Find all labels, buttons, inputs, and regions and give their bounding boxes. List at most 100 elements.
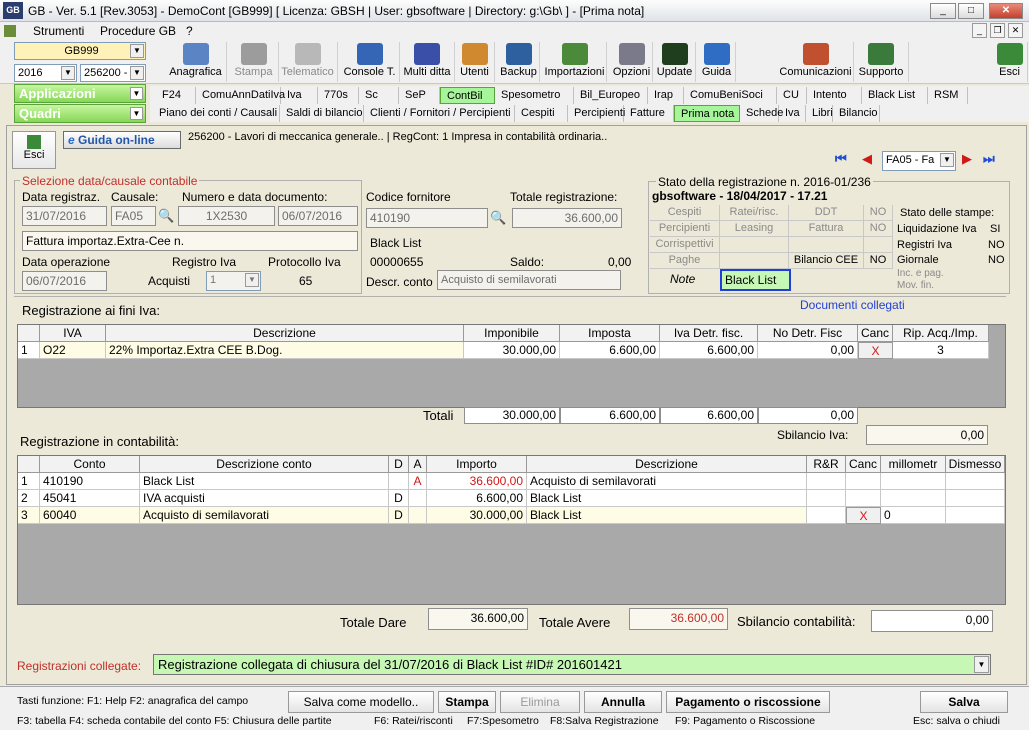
iva-cell-rip[interactable]: 3	[893, 342, 989, 359]
record-select[interactable]: FA05 - Fa ▼	[882, 151, 956, 171]
cont-cell-a[interactable]: A	[409, 473, 427, 490]
first-record-button[interactable]: ⏮	[835, 151, 855, 169]
tab-iva[interactable]: Iva	[281, 87, 318, 104]
tab-sc[interactable]: Sc	[359, 87, 399, 104]
inner-minimize-button[interactable]: _	[972, 23, 987, 38]
data-doc-input[interactable]: 06/07/2016	[278, 206, 358, 226]
tab-cespiti[interactable]: Cespiti	[515, 105, 568, 122]
tab-770s[interactable]: 770s	[318, 87, 359, 104]
cont-cell-a[interactable]	[409, 507, 427, 524]
tab-libri[interactable]: Libri	[806, 105, 833, 122]
tab-schede[interactable]: Schede	[740, 105, 783, 122]
causale-input[interactable]: FA05	[111, 206, 156, 226]
cont-cell-d[interactable]: D	[389, 507, 409, 524]
codice-fornitore-input[interactable]: 410190	[366, 208, 488, 228]
menu-help[interactable]: ?	[186, 24, 193, 38]
canc-button[interactable]	[846, 490, 881, 507]
next-record-button[interactable]: ▶	[962, 151, 978, 169]
toolbar-button-backup[interactable]: Backup	[498, 42, 540, 82]
applicazioni-select[interactable]: Applicazioni ▼	[14, 84, 146, 103]
tab-clienti-fornitori-percipienti[interactable]: Clienti / Fornitori / Percipienti	[364, 105, 515, 122]
guida-online-button[interactable]: e Guida on-line	[63, 131, 181, 149]
search-icon[interactable]: 🔍	[158, 208, 174, 224]
tab-fatture[interactable]: Fatture	[624, 105, 674, 122]
data-reg-input[interactable]: 31/07/2016	[22, 206, 107, 226]
cont-cell-d[interactable]	[389, 473, 409, 490]
tab-piano-dei-conti-causali[interactable]: Piano dei conti / Causali	[153, 105, 280, 122]
cont-cell-mill[interactable]: 0	[881, 507, 946, 524]
tab-prima-nota[interactable]: Prima nota	[674, 105, 740, 122]
toolbar-button-utenti[interactable]: Utenti	[455, 42, 495, 82]
cont-cell-a[interactable]	[409, 490, 427, 507]
cont-cell-descr_conto[interactable]: Black List	[140, 473, 389, 490]
cont-cell-importo[interactable]: 36.600,00	[427, 473, 527, 490]
stampa-button[interactable]: Stampa	[438, 691, 496, 713]
tab-cu[interactable]: CU	[777, 87, 807, 104]
documenti-collegati-link[interactable]: Documenti collegati	[800, 298, 905, 312]
close-button[interactable]: ✕	[989, 3, 1023, 19]
cont-cell-descr_conto[interactable]: Acquisto di semilavorati	[140, 507, 389, 524]
company-select[interactable]: GB999 ▼	[14, 42, 146, 60]
toolbar-button-opzioni[interactable]: Opzioni	[611, 42, 653, 82]
tab-bilancio[interactable]: Bilancio	[833, 105, 880, 122]
descr-input[interactable]: Fattura importaz.Extra-Cee n.	[22, 231, 358, 251]
toolbar-button-esci[interactable]: Esci	[992, 42, 1028, 82]
tab-rsm[interactable]: RSM	[928, 87, 968, 104]
tab-bil-europeo[interactable]: Bil_Europeo	[574, 87, 648, 104]
toolbar-button-update[interactable]: Update	[654, 42, 696, 82]
year-select[interactable]: 2016 ▼	[14, 64, 77, 82]
toolbar-button-comunicazioni[interactable]: Comunicazioni	[778, 42, 854, 82]
code-select[interactable]: 256200 - ▼	[80, 64, 146, 82]
collegate-select[interactable]: Registrazione collegata di chiusura del …	[153, 654, 991, 675]
elimina-button[interactable]: Elimina	[500, 691, 580, 713]
cont-cell-mill[interactable]	[881, 473, 946, 490]
pagamento-button[interactable]: Pagamento o riscossione	[666, 691, 830, 713]
toolbar-button-importazioni[interactable]: Importazioni	[543, 42, 607, 82]
reg-iva-select[interactable]: 1 ▼	[206, 271, 261, 291]
toolbar-button-guida[interactable]: Guida	[698, 42, 736, 82]
toolbar-button-telematico[interactable]: Telematico	[278, 42, 338, 82]
tab-f24[interactable]: F24	[156, 87, 196, 104]
tab-contbil[interactable]: ContBil	[440, 87, 495, 104]
tab-comuanndatiiva[interactable]: ComuAnnDatiIva	[196, 87, 285, 104]
cont-cell-mill[interactable]	[881, 490, 946, 507]
cont-cell-descr[interactable]: Black List	[527, 507, 807, 524]
tab-comubenisoci[interactable]: ComuBeniSoci	[684, 87, 777, 104]
annulla-button[interactable]: Annulla	[584, 691, 662, 713]
num-doc-input[interactable]: 1X2530	[178, 206, 275, 226]
esci-button[interactable]: Esci	[12, 131, 56, 169]
last-record-button[interactable]: ⏭	[983, 151, 1003, 169]
canc-button[interactable]: X	[846, 507, 881, 524]
cont-cell-dism[interactable]	[946, 490, 1005, 507]
menu-strumenti[interactable]: Strumenti	[33, 24, 84, 38]
totale-input[interactable]: 36.600,00	[512, 208, 622, 228]
salva-modello-button[interactable]: Salva come modello..	[288, 691, 434, 713]
tab-percipienti[interactable]: Percipienti	[568, 105, 625, 122]
menu-procedure-gb[interactable]: Procedure GB	[100, 24, 176, 38]
tab-iva[interactable]: Iva	[779, 105, 806, 122]
data-op-input[interactable]: 06/07/2016	[22, 271, 107, 291]
maximize-button[interactable]: □	[958, 3, 984, 19]
cont-cell-descr[interactable]: Black List	[527, 490, 807, 507]
descr-conto-input[interactable]: Acquisto di semilavorati	[437, 270, 621, 290]
toolbar-button-console-t-[interactable]: Console T.	[340, 42, 400, 82]
cont-cell-rr[interactable]	[807, 473, 846, 490]
toolbar-button-supporto[interactable]: Supporto	[854, 42, 909, 82]
cont-cell-rr[interactable]	[807, 507, 846, 524]
salva-button[interactable]: Salva	[920, 691, 1008, 713]
tab-black-list[interactable]: Black List	[862, 87, 928, 104]
black-list-badge[interactable]: Black List	[720, 269, 791, 291]
toolbar-button-multi-ditta[interactable]: Multi ditta	[400, 42, 455, 82]
cont-cell-dism[interactable]	[946, 473, 1005, 490]
cont-cell-rr[interactable]	[807, 490, 846, 507]
tab-saldi-di-bilancio[interactable]: Saldi di bilancio	[280, 105, 364, 122]
inner-restore-button[interactable]: ❐	[990, 23, 1005, 38]
cont-cell-descr[interactable]: Acquisto di semilavorati	[527, 473, 807, 490]
tab-irap[interactable]: Irap	[648, 87, 684, 104]
cont-cell-descr_conto[interactable]: IVA acquisti	[140, 490, 389, 507]
cont-cell-importo[interactable]: 30.000,00	[427, 507, 527, 524]
cont-cell-dism[interactable]	[946, 507, 1005, 524]
prev-record-button[interactable]: ◀	[862, 151, 878, 169]
cont-cell-d[interactable]: D	[389, 490, 409, 507]
inner-close-button[interactable]: ✕	[1008, 23, 1023, 38]
